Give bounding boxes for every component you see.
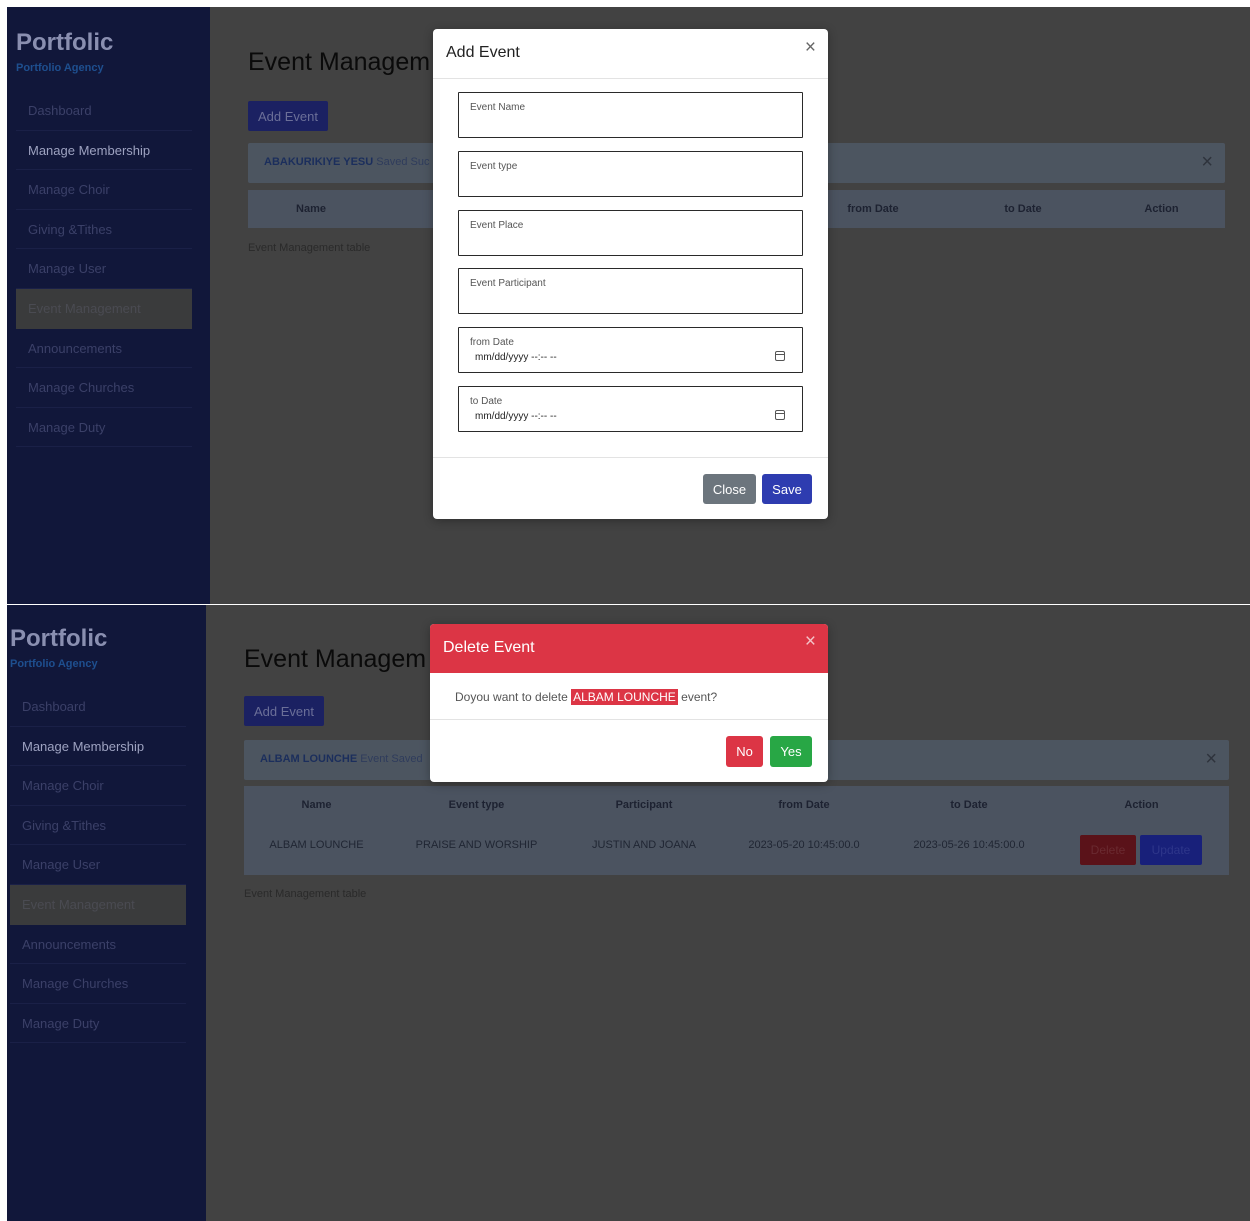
sidebar-item-manage-choir[interactable]: Manage Choir: [16, 170, 192, 210]
delete-event-modal: Delete Event × Doyou want to delete ALBA…: [430, 624, 828, 782]
close-icon[interactable]: ×: [805, 37, 816, 59]
sidebar-item-manage-churches[interactable]: Manage Churches: [10, 964, 186, 1004]
column-header-to-date: to Date: [950, 799, 988, 811]
sidebar-item-manage-duty[interactable]: Manage Duty: [16, 408, 192, 448]
sidebar-item-event-management[interactable]: Event Management: [10, 884, 186, 925]
field-label: from Date: [470, 337, 514, 348]
close-icon[interactable]: ×: [805, 631, 816, 653]
alert-event-name: ABAKURIKIYE YESU: [264, 156, 374, 168]
sidebar: Portfolic Portfolio Agency Dashboard Man…: [7, 605, 228, 1221]
sidebar-item-manage-membership[interactable]: Manage Membership: [16, 131, 192, 171]
sidebar-item-manage-membership[interactable]: Manage Membership: [10, 727, 186, 767]
column-header-from-date: from Date: [778, 799, 830, 811]
alert-message: ABAKURIKIYE YESU Saved Suc: [264, 156, 429, 168]
field-value: mm/dd/yyyy --:-- --: [475, 352, 557, 363]
cell-name: ALBAM LOUNCHE: [269, 839, 364, 851]
field-label: Event type: [470, 161, 518, 172]
event-type-field[interactable]: Event type: [458, 151, 803, 197]
sidebar-item-manage-churches[interactable]: Manage Churches: [16, 368, 192, 408]
from-date-field[interactable]: from Date mm/dd/yyyy --:-- --: [458, 327, 803, 373]
field-label: Event Place: [470, 220, 524, 231]
no-button[interactable]: No: [726, 736, 763, 767]
sidebar-item-manage-duty[interactable]: Manage Duty: [10, 1004, 186, 1044]
brand-subtitle: Portfolio Agency: [10, 658, 98, 670]
modal-footer: Close Save: [433, 457, 828, 519]
alert-close-icon[interactable]: ×: [1201, 151, 1213, 174]
event-participant-field[interactable]: Event Participant: [458, 268, 803, 314]
field-label: Event Participant: [470, 278, 546, 289]
event-place-field[interactable]: Event Place: [458, 210, 803, 256]
sidebar-nav: Dashboard Manage Membership Manage Choir…: [16, 91, 192, 448]
modal-header: Add Event ×: [433, 29, 828, 79]
modal-title: Add Event: [446, 44, 520, 61]
event-name-field[interactable]: Event Name: [458, 92, 803, 138]
calendar-icon[interactable]: [775, 351, 785, 361]
calendar-icon[interactable]: [775, 410, 785, 420]
sidebar-nav: Dashboard Manage Membership Manage Choir…: [10, 687, 186, 1044]
field-label: Event Name: [470, 102, 526, 113]
sidebar-item-manage-choir[interactable]: Manage Choir: [10, 766, 186, 806]
cell-event-type: PRAISE AND WORSHIP: [415, 839, 538, 851]
alert-event-name: ALBAM LOUNCHE: [260, 753, 358, 765]
alert-message: ALBAM LOUNCHE Event Saved: [260, 753, 423, 765]
field-value: mm/dd/yyyy --:-- --: [475, 411, 557, 422]
screenshot-delete-event: Portfolic Portfolio Agency Dashboard Man…: [7, 605, 1250, 1221]
sidebar-item-manage-user[interactable]: Manage User: [10, 845, 186, 885]
sidebar-item-giving-tithes[interactable]: Giving &Tithes: [16, 210, 192, 250]
alert-text: Event Saved: [360, 753, 423, 765]
message-suffix: event?: [681, 690, 718, 704]
brand-subtitle: Portfolio Agency: [16, 62, 104, 74]
column-header-participant: Participant: [615, 799, 673, 811]
table-caption: Event Management table: [248, 242, 371, 254]
sidebar-item-manage-user[interactable]: Manage User: [16, 249, 192, 289]
close-button[interactable]: Close: [703, 474, 756, 504]
yes-button[interactable]: Yes: [770, 736, 812, 767]
table-caption: Event Management table: [244, 888, 367, 900]
add-event-modal: Add Event × Event Name Event type Event …: [433, 29, 828, 519]
cell-participant: JUSTIN AND JOANA: [592, 839, 696, 851]
brand-title: Portfolic: [10, 625, 108, 652]
alert-close-icon[interactable]: ×: [1205, 748, 1217, 771]
sidebar-item-event-management[interactable]: Event Management: [16, 288, 192, 329]
to-date-field[interactable]: to Date mm/dd/yyyy --:-- --: [458, 386, 803, 432]
column-header-action: Action: [1144, 203, 1179, 215]
sidebar-item-dashboard[interactable]: Dashboard: [16, 91, 192, 131]
column-header-name: Name: [301, 799, 332, 811]
brand-title: Portfolic: [16, 29, 114, 56]
cell-to-date: 2023-05-26 10:45:00.0: [913, 839, 1025, 851]
screenshot-add-event: Portfolic Portfolio Agency Dashboard Man…: [7, 7, 1250, 604]
message-prefix: Doyou want to delete: [455, 690, 568, 704]
column-header-event-type: Event type: [448, 799, 505, 811]
event-table: Name Event type Participant from Date to…: [244, 786, 1229, 875]
column-header-to-date: to Date: [1004, 203, 1042, 215]
sidebar-item-dashboard[interactable]: Dashboard: [10, 687, 186, 727]
sidebar-item-giving-tithes[interactable]: Giving &Tithes: [10, 806, 186, 846]
add-event-button[interactable]: Add Event: [244, 696, 324, 726]
update-button[interactable]: Update: [1140, 835, 1202, 865]
delete-message: Doyou want to delete ALBAM LOUNCHE event…: [455, 689, 718, 705]
save-button[interactable]: Save: [762, 474, 812, 504]
modal-title: Delete Event: [443, 639, 535, 656]
sidebar-item-announcements[interactable]: Announcements: [16, 329, 192, 369]
delete-button[interactable]: Delete: [1080, 835, 1136, 865]
sidebar-item-announcements[interactable]: Announcements: [10, 925, 186, 965]
modal-footer: No Yes: [430, 719, 828, 782]
page-title: Event Managem: [244, 645, 427, 673]
alert-text: Saved Suc: [376, 156, 430, 168]
column-header-name: Name: [296, 203, 326, 215]
sidebar: Portfolic Portfolio Agency Dashboard Man…: [7, 7, 232, 604]
event-name-highlight: ALBAM LOUNCHE: [571, 689, 678, 705]
modal-header: Delete Event ×: [430, 624, 828, 673]
column-header-action: Action: [1124, 799, 1159, 811]
add-event-button[interactable]: Add Event: [248, 101, 328, 131]
page-title: Event Managem: [248, 48, 431, 76]
cell-from-date: 2023-05-20 10:45:00.0: [748, 839, 860, 851]
field-label: to Date: [470, 396, 503, 407]
